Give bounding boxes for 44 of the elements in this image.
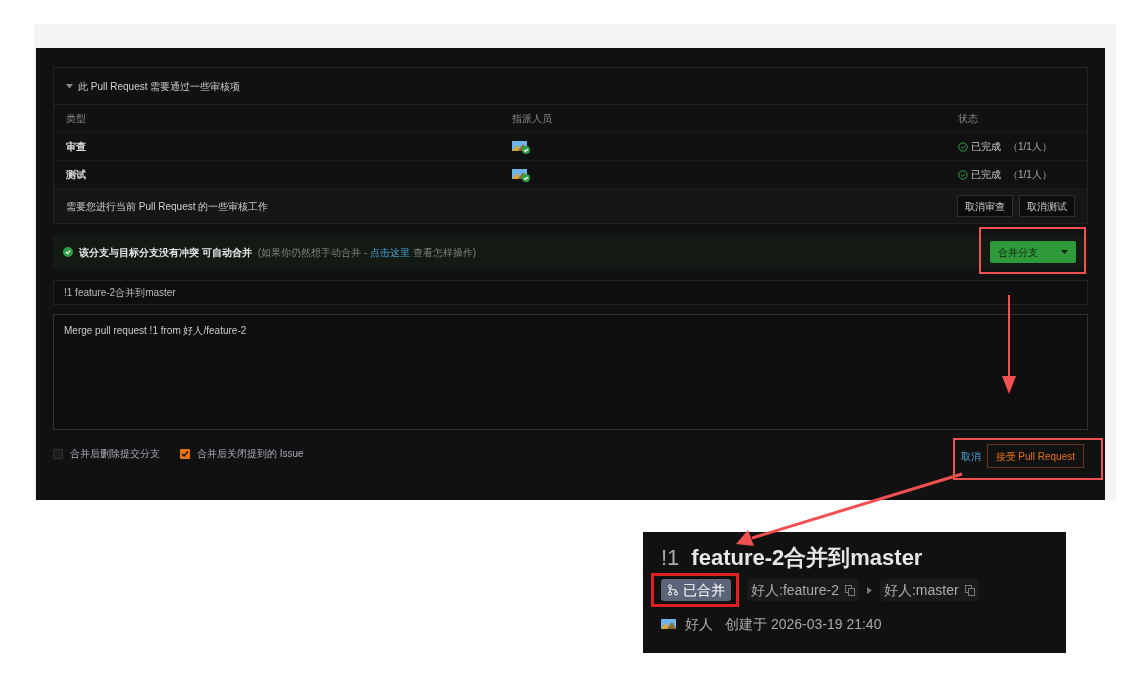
pr-title: feature-2合并到master xyxy=(691,543,923,572)
hint-text: (如果你仍然想手动合并 - 点击这里 查看怎样操作) xyxy=(257,245,477,260)
count-text: （1/1人） xyxy=(1008,168,1052,182)
pr-number: !1 xyxy=(661,543,680,572)
created-time: 创建于 2026-03-19 21:40 xyxy=(725,615,882,634)
table-cell-text: 测试 xyxy=(66,168,87,182)
panel-title: 此 Pull Request 需要通过一些审核项 xyxy=(78,79,241,94)
merge-status-text: 该分支与目标分支没有冲突 可自动合并 xyxy=(79,245,252,260)
count-text: （1/1人） xyxy=(1008,140,1052,154)
check-circle-icon xyxy=(63,247,73,257)
copy-icon[interactable] xyxy=(964,584,975,596)
copy-icon[interactable] xyxy=(844,584,855,596)
message-field[interactable]: Merge pull request !1 from 好人/feature-2 xyxy=(53,314,1088,430)
avatar-icon xyxy=(512,167,530,182)
caret-icon xyxy=(1061,249,1068,255)
merge-branch-button[interactable]: 合并分支 xyxy=(990,241,1076,263)
title-field[interactable]: !1 feature-2合并到master xyxy=(53,280,1088,305)
merge-icon xyxy=(667,584,679,596)
cancel-link[interactable]: 取消 xyxy=(960,448,981,464)
option-label: 合并后关闭提到的 Issue xyxy=(197,447,304,461)
merged-badge: 已合并 xyxy=(661,579,731,601)
footer-text: 需要您进行当前 Pull Request 的一些审核工作 xyxy=(66,199,269,214)
cancel-review-button[interactable]: 取消审查 xyxy=(957,195,1013,217)
avatar-icon xyxy=(661,617,679,632)
author-name: 好人 xyxy=(685,615,713,634)
cancel-review-button[interactable]: 取消测试 xyxy=(1019,195,1075,217)
check-circle-icon xyxy=(958,169,968,180)
checkbox[interactable] xyxy=(53,448,63,459)
status-text: 已完成 xyxy=(971,140,1001,154)
checkbox[interactable] xyxy=(180,448,190,459)
check-circle-icon xyxy=(958,141,968,152)
caret-icon[interactable] xyxy=(66,83,73,89)
column-header: 状态 xyxy=(958,112,979,126)
status-text: 已完成 xyxy=(971,168,1001,182)
table-cell-text: 审查 xyxy=(66,140,87,154)
help-link[interactable]: 点击这里 xyxy=(370,246,410,258)
source-branch-tag: 好人:feature-2 xyxy=(747,579,859,601)
column-header: 指派人员 xyxy=(512,112,553,126)
avatar-icon xyxy=(512,139,530,154)
arrow-right-icon xyxy=(866,586,872,594)
accept-button[interactable]: 接受 Pull Request xyxy=(986,444,1084,468)
target-branch-tag: 好人:master xyxy=(879,579,979,601)
option-label: 合并后删除提交分支 xyxy=(70,447,160,461)
column-header: 类型 xyxy=(66,112,87,126)
